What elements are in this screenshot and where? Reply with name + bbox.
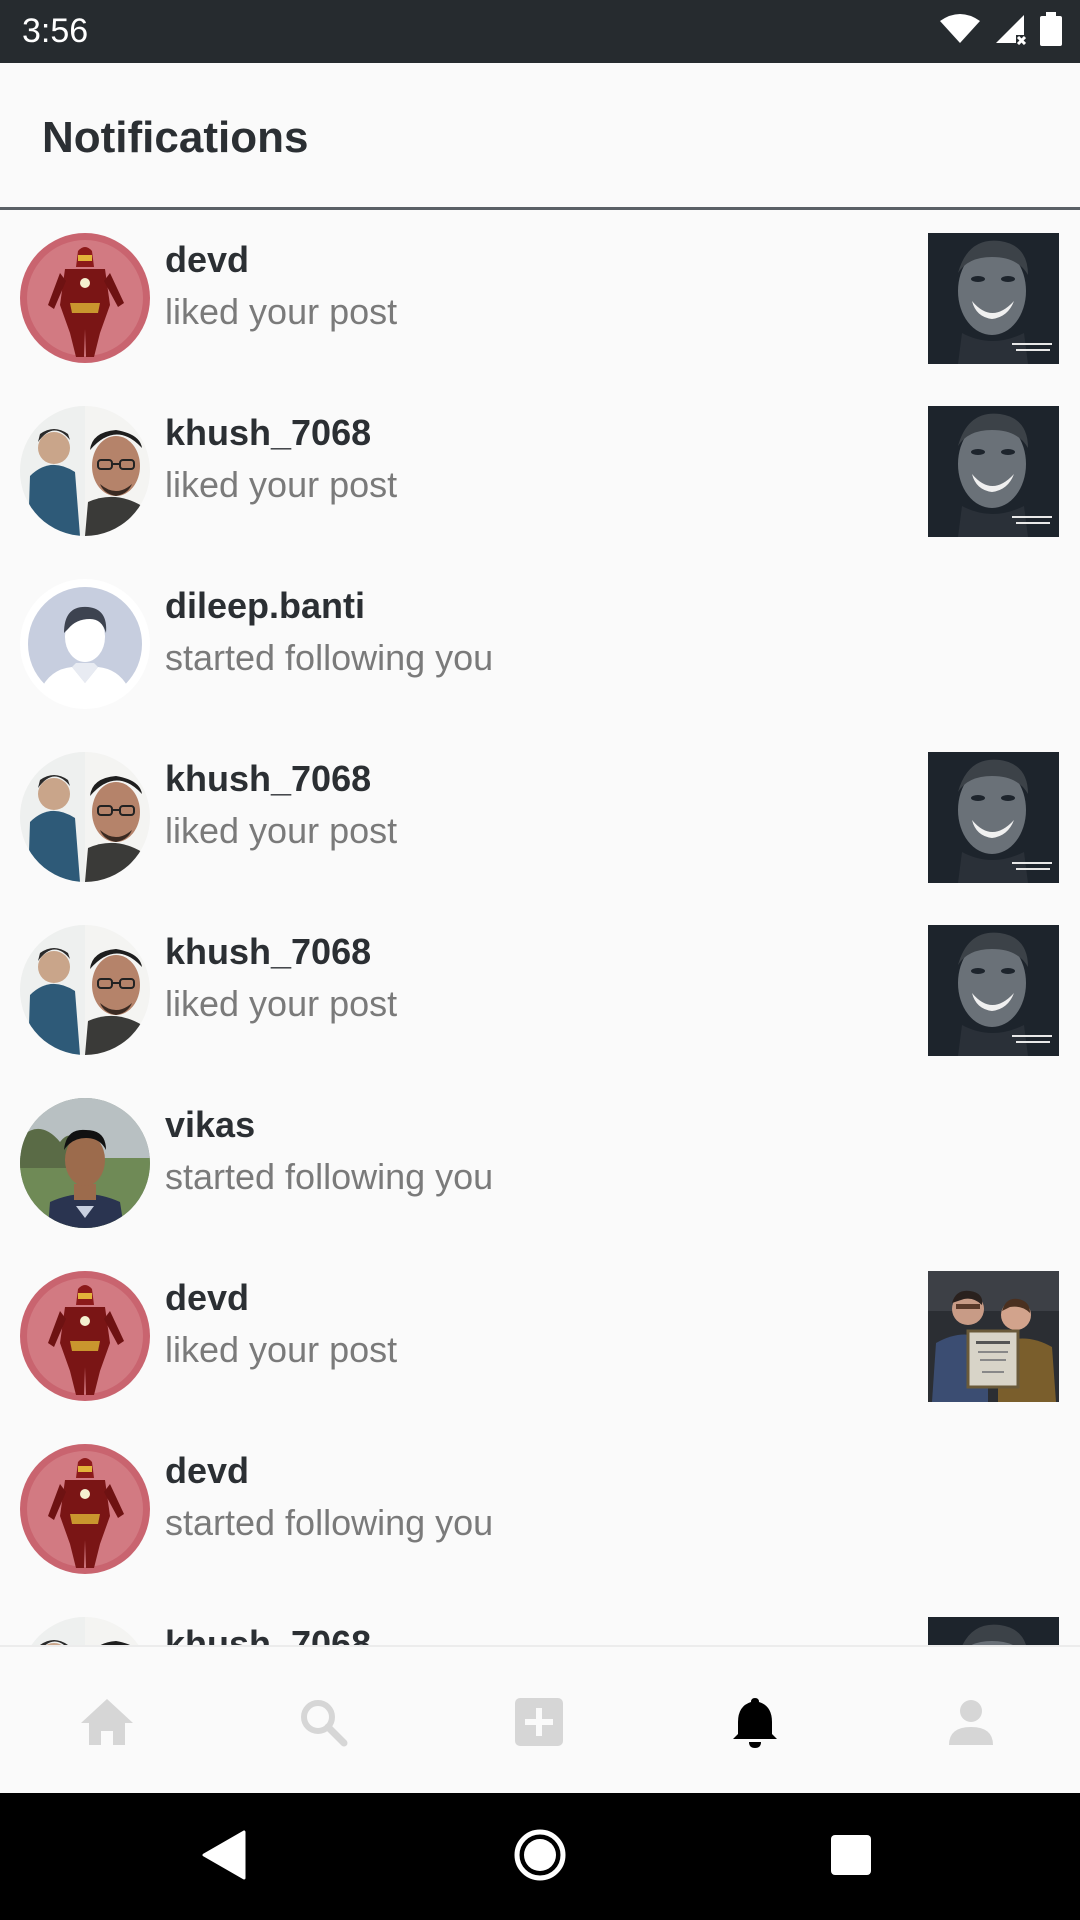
system-back-button[interactable]	[192, 1825, 256, 1889]
system-recents-button[interactable]	[819, 1825, 883, 1889]
signal-icon	[994, 13, 1026, 45]
avatar[interactable]	[20, 1271, 150, 1401]
post-thumbnail[interactable]	[928, 1617, 1059, 1645]
app-bar: Notifications	[0, 63, 1080, 210]
notification-text: liked your post	[165, 810, 398, 851]
notification-item[interactable]: devd liked your post	[0, 1251, 1080, 1423]
notification-item[interactable]: khush_7068 liked your post	[0, 732, 1080, 904]
avatar[interactable]	[20, 1098, 150, 1228]
notification-item[interactable]: dileep.banti started following you	[0, 559, 1080, 731]
home-icon	[79, 1697, 135, 1747]
wifi-icon	[940, 13, 980, 45]
back-icon	[202, 1830, 246, 1885]
notification-text: liked your post	[165, 464, 398, 505]
nav-profile[interactable]	[926, 1677, 1016, 1767]
notification-text: started following you	[165, 637, 494, 678]
system-home-button[interactable]	[508, 1825, 572, 1889]
notification-item[interactable]: devd liked your post	[0, 213, 1080, 385]
notification-text: liked your post	[165, 1329, 398, 1370]
post-thumbnail[interactable]	[928, 406, 1059, 537]
nav-home[interactable]	[62, 1677, 152, 1767]
recents-icon	[830, 1834, 872, 1881]
username[interactable]: dileep.banti	[165, 585, 365, 627]
notification-item[interactable]: khush_7068 liked your post	[0, 386, 1080, 558]
status-bar: 3:56	[0, 0, 1080, 63]
username[interactable]: devd	[165, 239, 249, 281]
notification-list[interactable]: devd liked your post khush_7068 liked yo…	[0, 213, 1080, 1645]
avatar[interactable]	[20, 1617, 150, 1645]
avatar[interactable]	[20, 579, 150, 709]
notification-text: liked your post	[165, 291, 398, 332]
avatar[interactable]	[20, 406, 150, 536]
nav-notifications[interactable]	[710, 1677, 800, 1767]
notification-text: started following you	[165, 1502, 494, 1543]
home-circle-icon	[513, 1828, 567, 1887]
notification-item[interactable]: devd started following you	[0, 1424, 1080, 1596]
nav-search[interactable]	[278, 1677, 368, 1767]
username[interactable]: khush_7068	[165, 412, 371, 454]
post-thumbnail[interactable]	[928, 233, 1059, 364]
username[interactable]: khush_7068	[165, 931, 371, 973]
notification-text: liked your post	[165, 983, 398, 1024]
avatar[interactable]	[20, 925, 150, 1055]
notification-item[interactable]: khush_7068 liked your post	[0, 905, 1080, 1077]
search-icon	[298, 1697, 348, 1747]
status-icons	[940, 12, 1062, 46]
username[interactable]: devd	[165, 1277, 249, 1319]
system-nav-bar	[0, 1793, 1080, 1920]
add-box-icon	[514, 1697, 564, 1747]
username[interactable]: devd	[165, 1450, 249, 1492]
status-time: 3:56	[22, 12, 89, 50]
nav-add-post[interactable]	[494, 1677, 584, 1767]
person-icon	[948, 1699, 994, 1745]
username[interactable]: khush_7068	[165, 758, 371, 800]
battery-icon	[1040, 12, 1062, 46]
avatar[interactable]	[20, 233, 150, 363]
bell-icon	[732, 1696, 778, 1748]
notification-item[interactable]: khush_7068	[0, 1597, 1080, 1645]
username[interactable]: vikas	[165, 1104, 255, 1146]
username[interactable]: khush_7068	[165, 1623, 371, 1645]
post-thumbnail[interactable]	[928, 925, 1059, 1056]
post-thumbnail[interactable]	[928, 752, 1059, 883]
bottom-nav	[0, 1645, 1080, 1793]
notification-text: started following you	[165, 1156, 494, 1197]
page-title: Notifications	[42, 113, 309, 162]
avatar[interactable]	[20, 752, 150, 882]
post-thumbnail[interactable]	[928, 1271, 1059, 1402]
notification-item[interactable]: vikas started following you	[0, 1078, 1080, 1250]
avatar[interactable]	[20, 1444, 150, 1574]
